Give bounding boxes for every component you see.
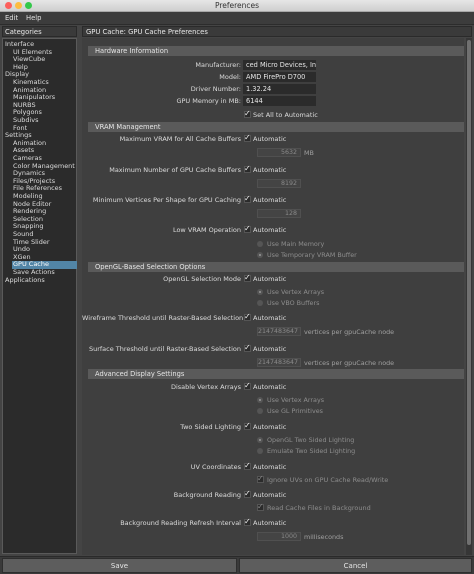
use-vertex-arrays-label: Use Vertex Arrays — [267, 288, 325, 296]
min-vertices-label: Minimum Vertices Per Shape for GPU Cachi… — [92, 196, 241, 204]
use-vertex-arrays-radio[interactable] — [257, 289, 263, 295]
gpu-cache-preferences: Hardware Information Manufacturer: ced M… — [82, 38, 464, 555]
low-vram-label: Low VRAM Operation — [172, 226, 241, 234]
surface-threshold-label: Surface Threshold until Raster-Based Sel… — [88, 345, 241, 353]
panel-scrollbar[interactable] — [466, 38, 472, 555]
model-label: Model: — [219, 73, 241, 81]
max-buffers-automatic-checkbox[interactable] — [244, 164, 251, 173]
two-sided-lighting-label: Two Sided Lighting — [180, 423, 241, 431]
menu-edit[interactable]: Edit — [5, 14, 18, 22]
selection-mode-automatic-checkbox[interactable] — [244, 273, 251, 282]
set-all-automatic-label: Set All to Automatic — [253, 111, 318, 119]
use-vbo-buffers-radio[interactable] — [257, 300, 263, 306]
bg-reading-automatic-checkbox[interactable] — [244, 489, 251, 498]
max-vram-automatic-label: Automatic — [253, 135, 287, 143]
bg-refresh-interval-field[interactable]: 1000 — [257, 532, 301, 541]
surface-automatic-label: Automatic — [253, 345, 287, 353]
min-vertices-automatic-label: Automatic — [253, 196, 287, 204]
scrollbar-thumb[interactable] — [467, 40, 471, 545]
model-value: AMD FirePro D700 — [243, 72, 316, 82]
max-buffers-field[interactable]: 8192 — [257, 179, 301, 188]
set-all-automatic-checkbox[interactable] — [244, 109, 251, 118]
emulate-two-sided-radio[interactable] — [257, 448, 263, 454]
sidebar-item-applications[interactable]: Applications — [4, 276, 77, 285]
use-main-memory-radio[interactable] — [257, 241, 263, 247]
section-advanced-display[interactable]: Advanced Display Settings — [88, 369, 464, 379]
panel-header: GPU Cache: GPU Cache Preferences — [82, 26, 472, 37]
save-button[interactable]: Save — [2, 558, 237, 573]
use-temp-vram-radio[interactable] — [257, 252, 263, 258]
two-sided-automatic-checkbox[interactable] — [244, 421, 251, 430]
preferences-panel: GPU Cache: GPU Cache Preferences Hardwar… — [82, 25, 472, 555]
menu-help[interactable]: Help — [26, 14, 42, 22]
uv-automatic-checkbox[interactable] — [244, 461, 251, 470]
ignore-uvs-checkbox[interactable] — [257, 474, 264, 483]
gpu-memory-label: GPU Memory in MB: — [176, 97, 241, 105]
disable-va-automatic-label: Automatic — [253, 383, 287, 391]
bg-refresh-interval-label: Background Reading Refresh Interval — [120, 519, 241, 527]
categories-header: Categories — [2, 26, 77, 37]
selection-mode-automatic-label: Automatic — [253, 275, 287, 283]
opengl-two-sided-radio[interactable] — [257, 437, 263, 443]
disable-vertex-arrays-label: Disable Vertex Arrays — [170, 383, 241, 391]
uv-automatic-label: Automatic — [253, 463, 287, 471]
use-temp-vram-label: Use Temporary VRAM Buffer — [267, 251, 357, 259]
uv-coordinates-label: UV Coordinates — [190, 463, 241, 471]
background-reading-label: Background Reading — [173, 491, 241, 499]
bg-refresh-automatic-label: Automatic — [253, 519, 287, 527]
manufacturer-value: ced Micro Devices, Inc. — [243, 60, 316, 70]
max-vram-automatic-checkbox[interactable] — [244, 133, 251, 142]
manufacturer-label: Manufacturer: — [195, 61, 241, 69]
driver-number-label: Driver Number: — [190, 85, 241, 93]
use-gl-primitives-radio[interactable] — [257, 408, 263, 414]
gpu-memory-value: 6144 — [243, 96, 316, 106]
opengl-selection-mode-label: OpenGL Selection Mode — [163, 275, 241, 283]
use-vbo-buffers-label: Use VBO Buffers — [267, 299, 320, 307]
menu-bar: Edit Help — [0, 12, 474, 25]
button-bar: Save Cancel — [0, 556, 474, 574]
wireframe-automatic-checkbox[interactable] — [244, 312, 251, 321]
cancel-button[interactable]: Cancel — [239, 558, 472, 573]
low-vram-automatic-checkbox[interactable] — [244, 224, 251, 233]
adv-use-vertex-arrays-label: Use Vertex Arrays — [267, 396, 325, 404]
bg-reading-automatic-label: Automatic — [253, 491, 287, 499]
read-cache-background-checkbox[interactable] — [257, 502, 264, 511]
wireframe-threshold-field[interactable]: 2147483647 — [257, 327, 301, 336]
read-cache-background-label: Read Cache Files in Background — [267, 504, 371, 512]
window-title: Preferences — [214, 1, 260, 10]
section-hardware-information[interactable]: Hardware Information — [88, 46, 464, 56]
bg-refresh-interval-unit: milliseconds — [304, 533, 344, 541]
max-vram-field[interactable]: 5632 — [257, 148, 301, 157]
opengl-two-sided-label: OpenGL Two Sided Lighting — [267, 436, 355, 444]
wireframe-threshold-unit: vertices per gpuCache node — [304, 328, 395, 336]
emulate-two-sided-label: Emulate Two Sided Lighting — [267, 447, 356, 455]
ignore-uvs-label: Ignore UVs on GPU Cache Read/Write — [267, 476, 389, 484]
use-gl-primitives-label: Use GL Primitives — [267, 407, 323, 415]
section-vram-management[interactable]: VRAM Management — [88, 122, 464, 132]
categories-tree[interactable]: Interface UI Elements ViewCube Help Display K… — [2, 38, 77, 554]
wireframe-threshold-label: Wireframe Threshold until Raster-Based S… — [82, 314, 244, 322]
min-vertices-automatic-checkbox[interactable] — [244, 194, 251, 203]
max-vram-unit: MB — [304, 149, 314, 157]
max-buffers-automatic-label: Automatic — [253, 166, 287, 174]
surface-automatic-checkbox[interactable] — [244, 343, 251, 352]
wireframe-automatic-label: Automatic — [253, 314, 287, 322]
window-titlebar: Preferences — [0, 0, 474, 12]
use-main-memory-label: Use Main Memory — [267, 240, 325, 248]
low-vram-automatic-label: Automatic — [253, 226, 287, 234]
driver-number-value: 1.32.24 — [243, 84, 316, 94]
disable-va-automatic-checkbox[interactable] — [244, 381, 251, 390]
bg-refresh-automatic-checkbox[interactable] — [244, 517, 251, 526]
surface-threshold-unit: vertices per gpuCache node — [304, 359, 395, 367]
categories-panel: Categories Interface UI Elements ViewCube H… — [2, 25, 77, 555]
min-vertices-field[interactable]: 128 — [257, 209, 301, 218]
surface-threshold-field[interactable]: 2147483647 — [257, 358, 301, 367]
two-sided-automatic-label: Automatic — [253, 423, 287, 431]
max-buffers-label: Maximum Number of GPU Cache Buffers — [109, 166, 241, 174]
max-vram-label: Maximum VRAM for All Cache Buffers — [119, 135, 241, 143]
section-opengl-selection[interactable]: OpenGL-Based Selection Options — [88, 262, 464, 272]
adv-use-vertex-arrays-radio[interactable] — [257, 397, 263, 403]
